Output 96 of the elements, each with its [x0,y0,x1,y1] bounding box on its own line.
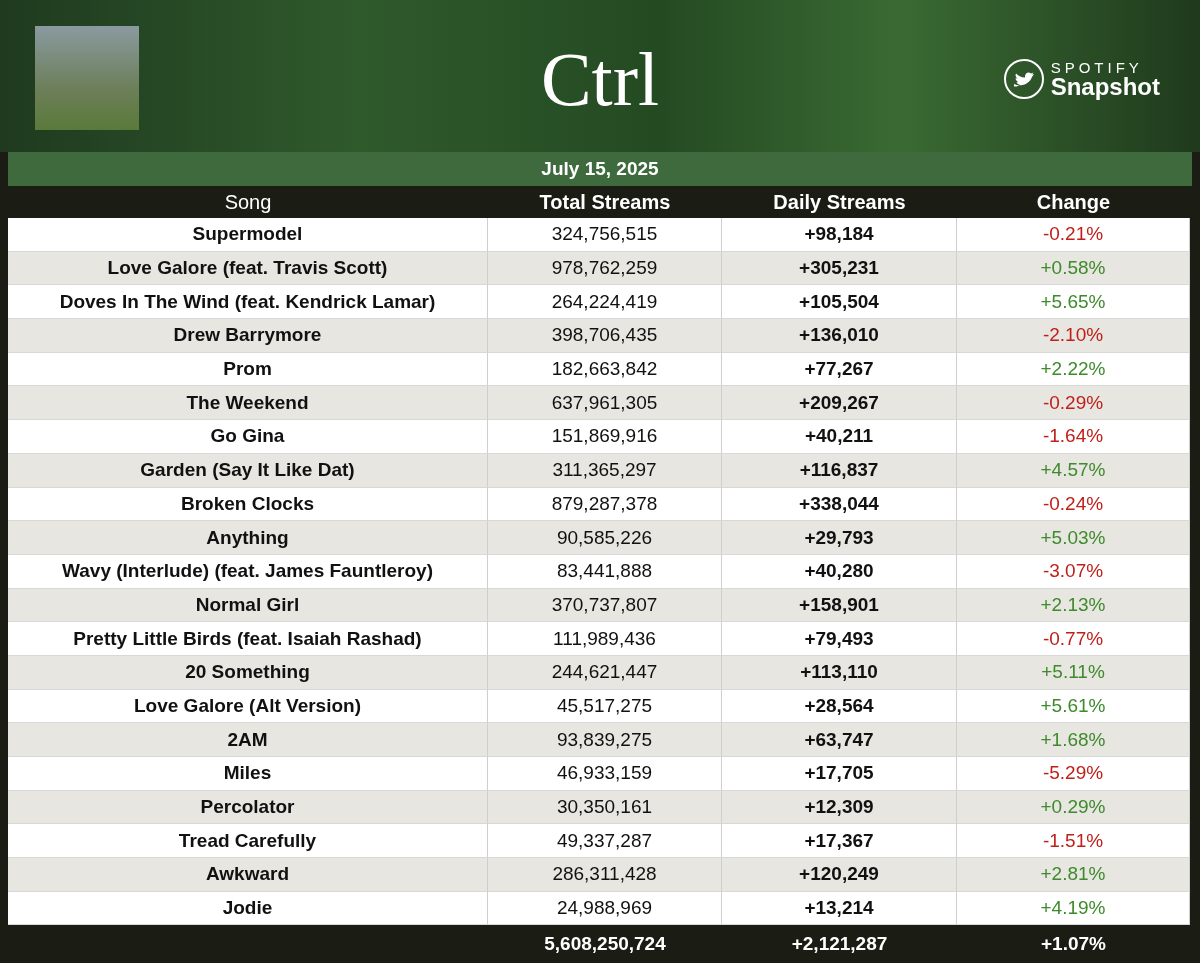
table-cell: +63,747 [722,723,957,757]
table-cell: 24,988,969 [488,891,722,926]
song-cell: Normal Girl [8,588,488,623]
table-cell: +113,110 [722,655,957,690]
song-cell: Awkward [8,858,488,892]
table-cell: 370,737,807 [488,588,722,623]
table-cell: +305,231 [722,251,957,286]
table-cell: 398,706,435 [488,319,722,353]
brand-name: Snapshot [1050,74,1160,99]
change-cell: +5.11% [957,655,1190,690]
song-cell: 20 Something [8,655,488,690]
table-cell: 182,663,842 [488,352,722,387]
column-header: Song [223,189,273,215]
song-cell: Prom [8,352,488,387]
table-cell: +116,837 [722,453,957,488]
table-cell: +12,309 [722,790,957,825]
table-cell: 879,287,378 [488,487,722,522]
change-cell: -1.64% [957,420,1190,454]
change-cell: -0.29% [957,386,1190,421]
table-cell: +17,367 [722,824,957,859]
song-cell: Anything [8,521,488,555]
change-cell: -5.29% [957,757,1190,791]
song-cell: Miles [8,757,488,791]
change-cell: +5.65% [957,285,1190,320]
change-cell: +0.58% [957,251,1190,286]
table-cell: 30,350,161 [488,790,722,825]
change-cell: -2.10% [957,319,1190,353]
table-cell: 93,839,275 [488,723,722,757]
table-cell: +28,564 [722,689,957,724]
change-cell: +5.03% [957,521,1190,555]
table-cell: +136,010 [722,319,957,353]
table-cell: +120,249 [722,858,957,892]
table-cell: 286,311,428 [488,858,722,892]
change-cell: +4.57% [957,453,1190,488]
table-cell: 49,337,287 [488,824,722,859]
table-cell: +40,211 [722,420,957,454]
change-cell: -1.51% [957,824,1190,859]
song-cell: Percolator [8,790,488,825]
table-cell: 90,585,226 [488,521,722,555]
table-cell: +98,184 [722,218,957,252]
table-cell: +40,280 [722,554,957,589]
change-cell: -0.24% [957,487,1190,522]
table-cell: +29,793 [722,521,957,555]
change-cell: +4.19% [957,891,1190,926]
change-cell: -0.77% [957,622,1190,656]
change-cell: +2.22% [957,352,1190,387]
song-cell: Love Galore (Alt Version) [8,689,488,724]
table-cell: 151,869,916 [488,420,722,454]
song-cell: Pretty Little Birds (feat. Isaiah Rashad) [8,622,488,656]
song-cell: Broken Clocks [8,487,488,522]
change-cell: -0.21% [957,218,1190,252]
table-cell: +13,214 [722,891,957,926]
album-title: Ctrl [540,36,660,117]
song-cell: Go Gina [8,420,488,454]
brand-label: SPOTIFY [1050,59,1144,75]
change-cell: +5.61% [957,689,1190,724]
table-cell: +209,267 [722,386,957,421]
change-cell: +1.68% [957,723,1190,757]
table-cell: 111,989,436 [488,622,722,656]
column-header: Change [1035,189,1112,215]
bird-icon [1002,58,1045,100]
table-cell: 311,365,297 [488,453,722,488]
total-cell-text: 5,608,250,724 [543,931,667,956]
total-cell-text: +2,121,287 [790,931,889,956]
column-header: Daily Streams [772,189,907,215]
table-cell: 83,441,888 [488,554,722,589]
total-cell-text: +1.07% [1040,931,1107,956]
date-bar: July 15, 2025 [8,152,1192,186]
table-cell: 46,933,159 [488,757,722,791]
change-cell: +0.29% [957,790,1190,825]
song-cell: Wavy (Interlude) (feat. James Fauntleroy) [8,554,488,589]
change-cell: -3.07% [957,554,1190,589]
song-cell: Supermodel [8,218,488,252]
song-cell: Tread Carefully [8,824,488,859]
table-cell: +79,493 [722,622,957,656]
table-cell: 45,517,275 [488,689,722,724]
song-cell: The Weekend [8,386,488,421]
table-cell: +338,044 [722,487,957,522]
change-cell: +2.13% [957,588,1190,623]
table-cell: 637,961,305 [488,386,722,421]
song-cell: Garden (Say It Like Dat) [8,453,488,488]
table-cell: 978,762,259 [488,251,722,286]
song-cell: Love Galore (feat. Travis Scott) [8,251,488,286]
song-cell: Doves In The Wind (feat. Kendrick Lamar) [8,285,488,320]
table-cell: 324,756,515 [488,218,722,252]
table-cell: 244,621,447 [488,655,722,690]
song-cell: Jodie [8,891,488,926]
table-cell: +158,901 [722,588,957,623]
song-cell: 2AM [8,723,488,757]
column-header: Total Streams [538,189,672,215]
table-cell: +17,705 [722,757,957,791]
table-cell: +77,267 [722,352,957,387]
table-cell: +105,504 [722,285,957,320]
change-cell: +2.81% [957,858,1190,892]
song-cell: Drew Barrymore [8,319,488,353]
table-cell: 264,224,419 [488,285,722,320]
